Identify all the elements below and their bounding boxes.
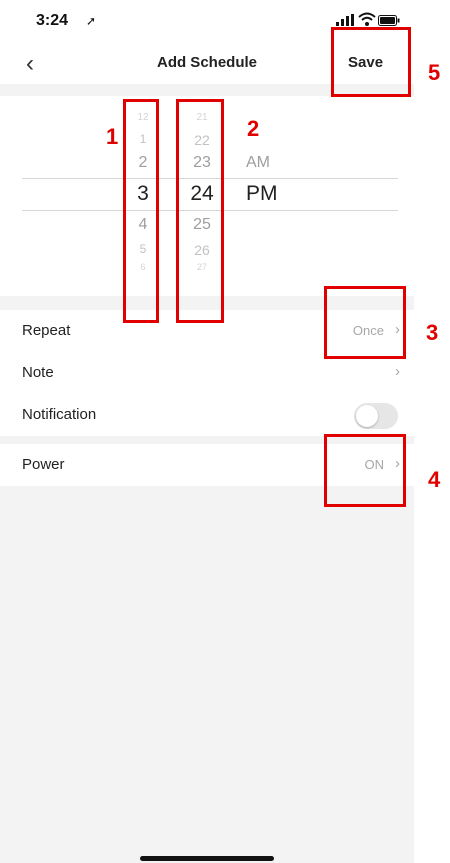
period-option-am: AM — [246, 154, 270, 171]
battery-icon — [378, 15, 400, 26]
annotation-number-5: 5 — [428, 60, 441, 85]
annotation-number-3: 3 — [426, 320, 439, 345]
location-arrow-icon: ➚ — [86, 14, 97, 28]
toggle-knob — [356, 405, 378, 427]
annotation-box-3 — [324, 286, 406, 359]
cellular-signal-icon — [336, 14, 354, 26]
status-time: 3:24 — [36, 12, 69, 29]
annotation-box-4 — [324, 434, 406, 507]
wifi-icon — [358, 12, 376, 26]
annotation-box-1 — [123, 99, 159, 323]
annotation-number-2: 2 — [247, 116, 260, 141]
chevron-right-icon: › — [395, 363, 400, 380]
annotation-number-1: 1 — [106, 124, 119, 149]
home-indicator — [140, 856, 274, 861]
notification-toggle[interactable] — [354, 403, 398, 429]
period-selected-pm: PM — [246, 182, 278, 205]
note-label: Note — [22, 364, 54, 381]
notification-row: Notification — [0, 394, 414, 436]
power-label: Power — [22, 456, 65, 473]
repeat-label: Repeat — [22, 322, 71, 339]
annotation-box-2 — [176, 99, 224, 323]
annotation-number-4: 4 — [428, 467, 441, 492]
notification-label: Notification — [22, 406, 97, 423]
annotation-box-5 — [331, 27, 411, 97]
